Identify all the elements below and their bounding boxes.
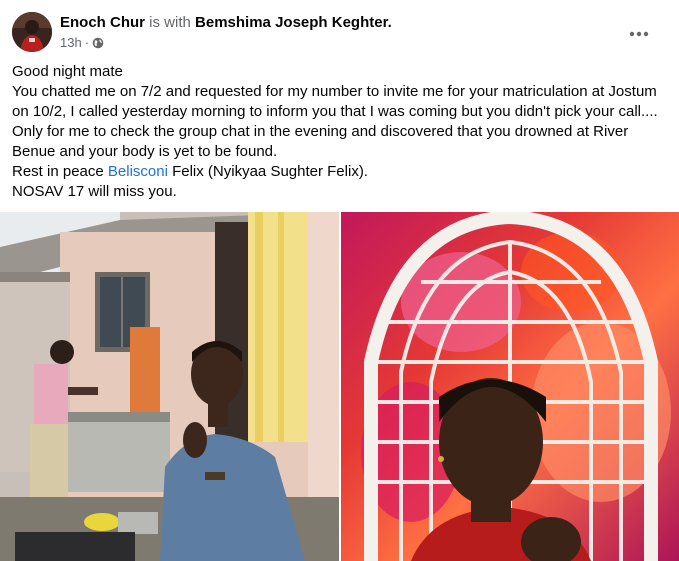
author-avatar[interactable]: [12, 12, 52, 52]
tagged-person[interactable]: Bemshima Joseph Keghter.: [195, 14, 392, 31]
author-line: Enoch Chur is with Bemshima Joseph Keght…: [60, 14, 392, 31]
post-line-closing: NOSAV 17 will miss you.: [12, 183, 177, 200]
post-line-greeting: Good night mate: [12, 63, 123, 80]
more-options-icon[interactable]: [625, 20, 653, 48]
post-header: Enoch Chur is with Bemshima Joseph Keght…: [12, 12, 667, 54]
meta-separator: ·: [84, 35, 90, 50]
post-card: Enoch Chur is with Bemshima Joseph Keght…: [0, 0, 679, 561]
post-time[interactable]: 13h: [60, 35, 82, 50]
photo-right[interactable]: [341, 212, 679, 561]
post-meta: 13h ·: [60, 35, 104, 50]
post-body: Good night mate You chatted me on 7/2 an…: [12, 62, 672, 202]
rip-suffix: Felix (Nyikyaa Sughter Felix).: [167, 163, 368, 180]
photo-grid: [0, 212, 679, 561]
rip-prefix: Rest in peace: [12, 163, 108, 180]
mention-link[interactable]: Belisconi: [108, 163, 168, 180]
photo-left[interactable]: [0, 212, 339, 561]
post-line-rip: Rest in peace Belisconi Felix (Nyikyaa S…: [12, 162, 672, 182]
globe-icon: [92, 37, 104, 49]
author-name[interactable]: Enoch Chur: [60, 14, 145, 31]
post-line-message: You chatted me on 7/2 and requested for …: [12, 83, 658, 160]
with-text: is with: [149, 14, 191, 31]
